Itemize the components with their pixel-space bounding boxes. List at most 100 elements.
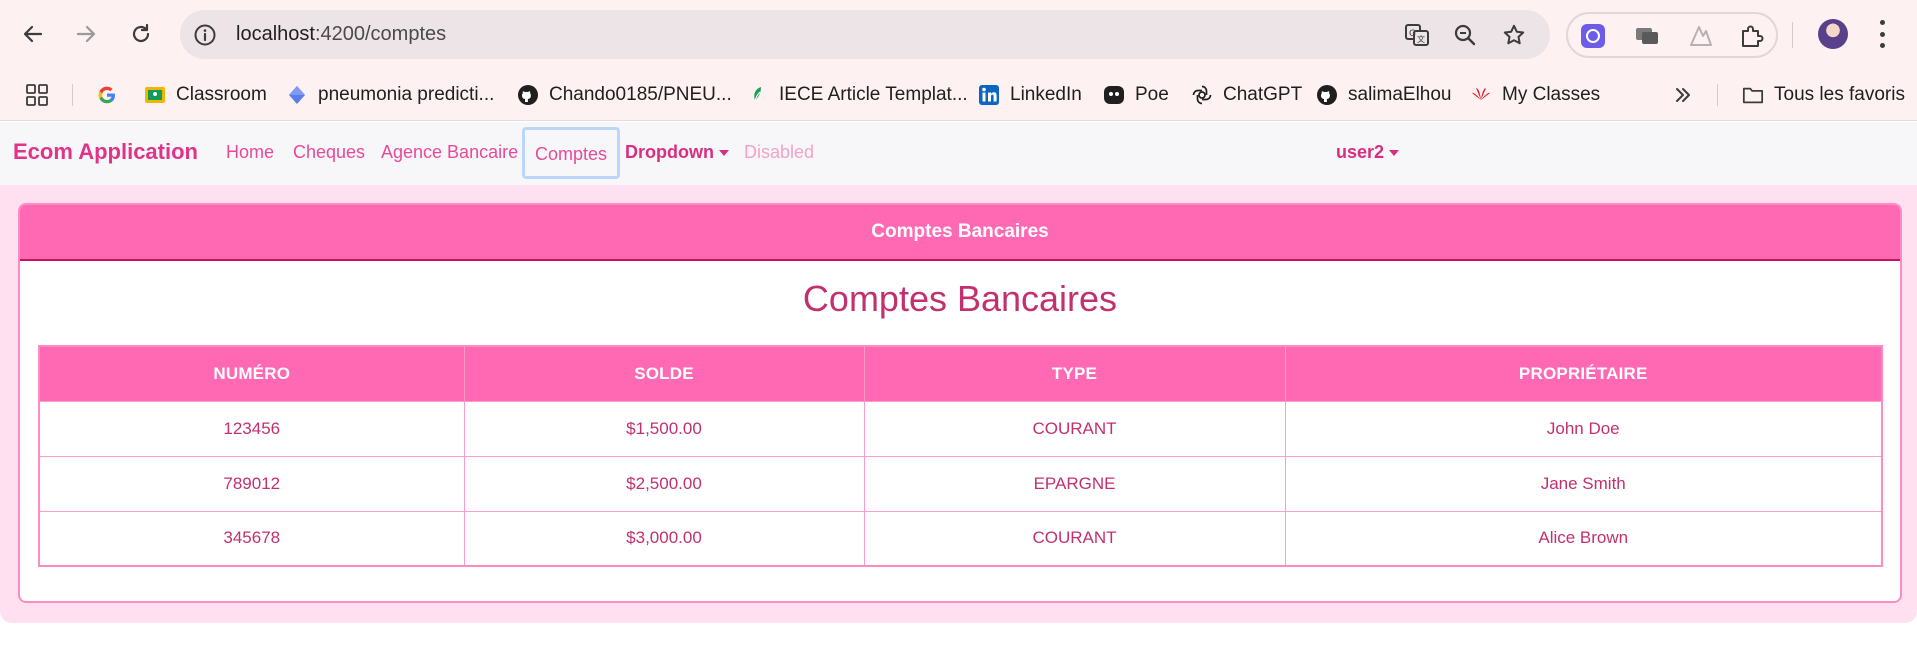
- nav-dropdown-label: Dropdown: [625, 142, 714, 162]
- apps-grid-icon: [26, 84, 48, 106]
- extension-mountain-icon[interactable]: [1688, 23, 1714, 49]
- bookmark-google[interactable]: [96, 78, 118, 112]
- column-header-numero: NUMÉRO: [38, 345, 465, 402]
- bookmark-label: pneumonia predicti...: [318, 84, 495, 105]
- column-header-type: TYPE: [863, 345, 1286, 402]
- arrow-right-icon: [76, 25, 96, 43]
- card-header: Comptes Bancaires: [20, 205, 1900, 261]
- diamond-icon: [286, 84, 308, 106]
- table-row: 789012 $2,500.00 EPARGNE Jane Smith: [38, 455, 1883, 512]
- browser-toolbar: localhost:4200/comptes G文: [0, 0, 1917, 70]
- reload-icon: [132, 23, 150, 43]
- site-info-icon[interactable]: [192, 22, 218, 48]
- accounts-card: Comptes Bancaires Comptes Bancaires NUMÉ…: [18, 203, 1902, 603]
- arrow-left-icon: [23, 25, 43, 43]
- linkedin-icon: [978, 84, 1000, 106]
- browser-menu-icon[interactable]: [1876, 20, 1888, 48]
- bookmark-classroom[interactable]: Classroom: [144, 78, 267, 112]
- caret-down-icon: [1389, 150, 1400, 157]
- bookmark-chando[interactable]: Chando0185/PNEU...: [517, 78, 732, 112]
- nav-comptes[interactable]: Comptes: [522, 127, 621, 179]
- nav-agence-bancaire[interactable]: Agence Bancaire: [381, 142, 518, 163]
- nav-cheques[interactable]: Cheques: [293, 142, 365, 163]
- bookmark-star-icon[interactable]: [1501, 22, 1527, 48]
- bookmark-label: My Classes: [1502, 84, 1601, 105]
- bookmarks-bar: Classroom pneumonia predicti... Chando01…: [0, 70, 1917, 121]
- huawei-icon: [1470, 84, 1492, 106]
- user-dropdown[interactable]: user2: [1336, 142, 1400, 163]
- github-icon: [1316, 84, 1338, 106]
- cell-numero: 123456: [38, 400, 465, 457]
- back-button[interactable]: [13, 14, 53, 54]
- nav-dropdown[interactable]: Dropdown: [625, 142, 729, 163]
- github-icon: [517, 84, 539, 106]
- chatgpt-icon: [1191, 84, 1213, 106]
- url-text[interactable]: localhost:4200/comptes: [236, 23, 446, 46]
- extension-ai-icon[interactable]: [1580, 23, 1606, 49]
- bookmark-label: salimaElhou: [1348, 84, 1452, 105]
- all-bookmarks-label: Tous les favoris: [1774, 84, 1905, 105]
- toolbar-divider: [1792, 22, 1793, 48]
- extensions-group: [1566, 12, 1778, 58]
- reload-button[interactable]: [121, 14, 161, 54]
- bookmark-label: Classroom: [176, 84, 267, 105]
- accounts-table: NUMÉRO SOLDE TYPE PROPRIÉTAIRE 123456 $1…: [38, 345, 1883, 567]
- bookmark-label: ChatGPT: [1223, 84, 1303, 105]
- bookmarks-overflow-button[interactable]: [1672, 78, 1694, 112]
- zoom-icon[interactable]: [1452, 22, 1478, 48]
- caret-down-icon: [718, 150, 729, 157]
- bookmark-my-classes[interactable]: My Classes: [1470, 78, 1600, 112]
- nav-disabled: Disabled: [744, 142, 815, 162]
- folder-icon: [1742, 84, 1764, 106]
- cell-solde: $1,500.00: [463, 400, 865, 457]
- column-header-solde: SOLDE: [463, 345, 865, 402]
- cell-numero: 345678: [38, 510, 465, 567]
- cell-proprietaire: Jane Smith: [1284, 455, 1883, 512]
- apps-button[interactable]: [26, 78, 48, 112]
- url-path: :4200/comptes: [314, 23, 447, 45]
- bookmark-chatgpt[interactable]: ChatGPT: [1191, 78, 1302, 112]
- forward-button[interactable]: [66, 14, 106, 54]
- cell-proprietaire: John Doe: [1284, 400, 1883, 457]
- bookmark-iece[interactable]: IECE Article Templat...: [747, 78, 968, 112]
- app-navbar: Ecom Application Home Cheques Agence Ban…: [0, 122, 1917, 185]
- classroom-icon: [144, 84, 166, 106]
- bookmark-linkedin[interactable]: LinkedIn: [978, 78, 1082, 112]
- google-icon: [96, 84, 118, 106]
- bookmarks-divider: [72, 84, 73, 106]
- extension-screens-icon[interactable]: [1634, 23, 1660, 49]
- table-row: 123456 $1,500.00 COURANT John Doe: [38, 400, 1883, 457]
- bookmark-label: Poe: [1135, 84, 1169, 105]
- svg-text:G: G: [1409, 29, 1416, 39]
- table-header-row: NUMÉRO SOLDE TYPE PROPRIÉTAIRE: [38, 345, 1883, 402]
- bookmark-label: LinkedIn: [1010, 84, 1082, 105]
- cell-solde: $2,500.00: [463, 455, 865, 512]
- bookmarks-divider: [1717, 84, 1718, 106]
- page-title: Comptes Bancaires: [802, 278, 1118, 319]
- address-bar[interactable]: localhost:4200/comptes G文: [180, 10, 1550, 59]
- table-row: 345678 $3,000.00 COURANT Alice Brown: [38, 510, 1883, 567]
- cell-numero: 789012: [38, 455, 465, 512]
- cell-type: EPARGNE: [863, 455, 1286, 512]
- user-name: user2: [1336, 142, 1385, 162]
- leaf-icon: [747, 84, 769, 106]
- double-chevron-right-icon: [1672, 84, 1694, 106]
- brand-link[interactable]: Ecom Application: [13, 139, 198, 165]
- svg-text:文: 文: [1417, 34, 1425, 44]
- bookmark-poe[interactable]: Poe: [1103, 78, 1169, 112]
- url-host: localhost: [236, 23, 315, 45]
- profile-avatar[interactable]: [1818, 19, 1848, 49]
- bookmark-label: Chando0185/PNEU...: [549, 84, 732, 105]
- cell-proprietaire: Alice Brown: [1284, 510, 1883, 567]
- nav-home[interactable]: Home: [226, 142, 274, 163]
- bookmark-salima[interactable]: salimaElhou: [1316, 78, 1452, 112]
- bookmark-pneumonia[interactable]: pneumonia predicti...: [286, 78, 494, 112]
- translate-icon[interactable]: G文: [1404, 22, 1430, 48]
- column-header-proprietaire: PROPRIÉTAIRE: [1284, 345, 1883, 402]
- bookmark-label: IECE Article Templat...: [779, 84, 968, 105]
- all-bookmarks-button[interactable]: Tous les favoris: [1742, 78, 1905, 112]
- cell-type: COURANT: [863, 510, 1286, 567]
- cell-type: COURANT: [863, 400, 1286, 457]
- cell-solde: $3,000.00: [463, 510, 865, 567]
- extensions-puzzle-icon[interactable]: [1739, 23, 1765, 49]
